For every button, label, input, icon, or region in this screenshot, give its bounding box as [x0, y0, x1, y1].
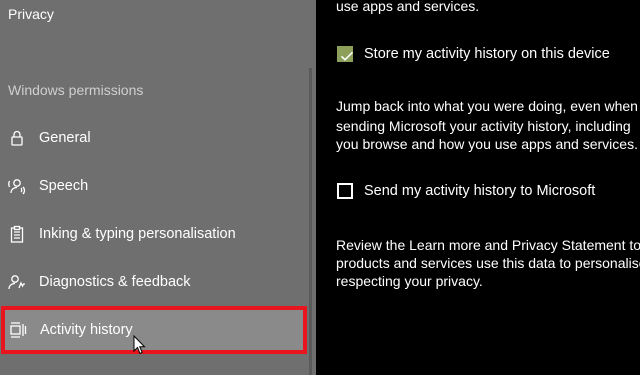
- sidebar-item-diagnostics[interactable]: Diagnostics & feedback: [0, 259, 309, 305]
- main-content: use apps and services. Store my activity…: [316, 0, 640, 375]
- store-activity-label[interactable]: Store my activity history on this device: [364, 46, 610, 62]
- store-desc-line: sending Microsoft your activity history,…: [336, 118, 631, 134]
- clipboard-icon: [8, 225, 26, 243]
- review-desc-line: respecting your privacy.: [336, 273, 483, 289]
- activity-history-icon: [9, 321, 27, 339]
- sidebar-item-inking-typing[interactable]: Inking & typing personalisation: [0, 211, 309, 257]
- speech-icon: [8, 177, 26, 195]
- review-desc-line: Review the Learn more and Privacy Statem…: [336, 237, 640, 253]
- sidebar: Privacy Windows permissions General Spee…: [0, 0, 316, 375]
- sidebar-item-label: Inking & typing personalisation: [39, 226, 236, 242]
- sidebar-item-label: Diagnostics & feedback: [39, 274, 191, 290]
- store-activity-checkbox[interactable]: [337, 46, 354, 62]
- sidebar-scrollbar[interactable]: [309, 68, 312, 375]
- sidebar-item-activity-history[interactable]: Activity history: [1, 306, 307, 354]
- sidebar-item-general[interactable]: General: [0, 115, 309, 161]
- sidebar-item-label: Activity history: [40, 322, 133, 338]
- store-desc-line: Jump back into what you were doing, even…: [336, 98, 638, 114]
- store-desc-line: you browse and how you use apps and serv…: [336, 136, 638, 152]
- lock-icon: [8, 129, 26, 147]
- sidebar-title: Privacy: [8, 6, 54, 22]
- sidebar-item-speech[interactable]: Speech: [0, 163, 309, 209]
- section-heading-windows-permissions: Windows permissions: [8, 82, 144, 98]
- mouse-cursor-icon: [133, 335, 146, 355]
- sidebar-item-label: Speech: [39, 178, 89, 194]
- diagnostics-icon: [8, 273, 26, 291]
- send-activity-checkbox[interactable]: [337, 183, 353, 199]
- send-activity-label[interactable]: Send my activity history to Microsoft: [364, 183, 595, 199]
- checkmark-icon: [340, 51, 354, 61]
- sidebar-item-label: General: [39, 130, 91, 146]
- review-desc-line: products and services use this data to p…: [336, 255, 640, 271]
- intro-text: use apps and services.: [336, 0, 480, 14]
